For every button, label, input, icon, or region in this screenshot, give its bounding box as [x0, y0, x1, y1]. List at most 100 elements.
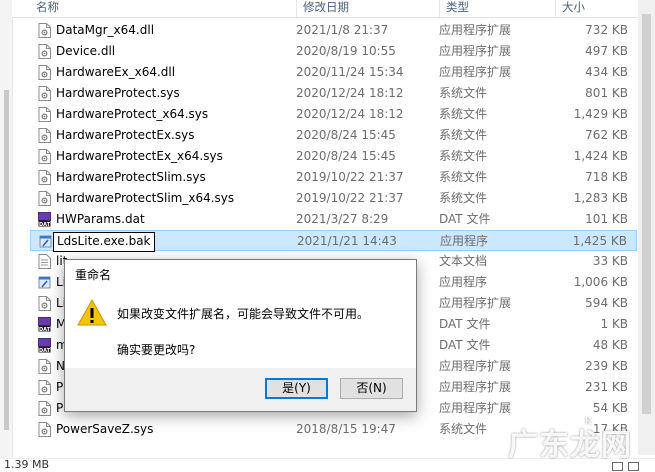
vertical-scrollbar-thumb[interactable] [642, 14, 651, 414]
file-date-modified: 2020/11/24 15:34 [296, 65, 404, 79]
file-name: HardwareProtect_x64.sys [56, 107, 209, 121]
column-header-date-modified[interactable]: 修改日期 [297, 0, 440, 17]
dll-file-icon [38, 23, 51, 38]
rename-input[interactable]: LdsLite.exe.bak [53, 232, 155, 252]
file-date-modified: 2019/10/22 21:37 [296, 191, 404, 205]
file-size: 1,424 KB [573, 149, 628, 163]
file-row[interactable]: HardwareProtect.sys 2020/12/24 18:12 系统文件 8… [30, 83, 637, 104]
file-type: 系统文件 [439, 128, 488, 142]
file-size: 231 KB [585, 380, 628, 394]
file-date-modified: 2020/8/24 15:45 [296, 149, 396, 163]
file-size: 54 KB [592, 401, 628, 415]
file-type: DAT 文件 [439, 338, 491, 352]
dat-file-icon: DAT [38, 212, 51, 227]
file-size: 1,006 KB [573, 275, 628, 289]
yes-button[interactable]: 是(Y) [265, 378, 328, 399]
navigation-scrollbar-thumb[interactable] [4, 90, 9, 430]
file-row[interactable]: HardwareProtectEx_x64.sys 2020/8/24 15:45… [30, 146, 637, 167]
file-row[interactable]: HardwareProtectEx.sys 2020/8/24 15:45 系统文件… [30, 125, 637, 146]
file-type: 系统文件 [439, 149, 488, 163]
column-header-name[interactable]: 名称 [30, 0, 297, 17]
file-size: 762 KB [585, 128, 628, 142]
dialog-title: 重命名 [75, 268, 112, 282]
file-size: 497 KB [585, 44, 628, 58]
file-size: 801 KB [585, 86, 628, 100]
file-row[interactable]: LdsLite.exe.bak 2021/1/21 14:43 应用程序 1,425 … [30, 230, 637, 252]
file-name: HardwareProtectSlim_x64.sys [56, 191, 235, 205]
file-size: 1 KB [600, 317, 628, 331]
dialog-question: 确实要更改吗? [117, 343, 196, 357]
file-row[interactable]: DAT HWParams.dat 2021/3/27 8:29 DAT 文件 101 K… [30, 209, 637, 230]
file-type: 系统文件 [439, 107, 488, 121]
file-type: 应用程序扩展 [439, 65, 512, 79]
status-selection-size: 1.39 MB [4, 458, 50, 471]
dll-file-icon [38, 44, 51, 59]
file-type: DAT 文件 [439, 212, 491, 226]
file-size: 1,283 KB [573, 191, 628, 205]
dat-file-icon: DAT [38, 317, 51, 332]
watermark-logo: 广东龙网 [508, 428, 632, 463]
file-type: 应用程序 [440, 234, 489, 248]
navigation-pane-edge [0, 0, 13, 471]
dialog-message: 如果改变文件扩展名，可能会导致文件不可用。 [117, 307, 370, 321]
file-date-modified: 2020/12/24 18:12 [296, 86, 404, 100]
file-size: 1,429 KB [573, 107, 628, 121]
svg-text:DAT: DAT [39, 222, 51, 227]
sys-file-icon [38, 107, 51, 122]
file-size: 718 KB [585, 170, 628, 184]
file-row[interactable]: HardwareProtect_x64.sys 2020/12/24 18:12 系… [30, 104, 637, 125]
file-type: 应用程序扩展 [439, 296, 512, 310]
vertical-scrollbar[interactable] [638, 0, 655, 455]
file-name: HWParams.dat [56, 212, 145, 226]
watermark-mark: K [585, 416, 592, 427]
file-type: 系统文件 [439, 170, 488, 184]
file-type: 应用程序扩展 [439, 23, 512, 37]
file-name: HardwareEx_x64.dll [56, 65, 176, 79]
file-name: PowerSaveZ.sys [56, 422, 154, 436]
dll-file-icon [38, 65, 51, 80]
sys-file-icon [38, 170, 51, 185]
dll-file-icon [38, 359, 51, 374]
column-header-size[interactable]: 大小 [556, 0, 648, 17]
file-size: 434 KB [585, 65, 628, 79]
file-name: HardwareProtectEx.sys [56, 128, 195, 142]
file-row[interactable]: HardwareProtectSlim_x64.sys 2019/10/22 21… [30, 188, 637, 209]
svg-text:DAT: DAT [39, 348, 51, 353]
file-size: 239 KB [585, 359, 628, 373]
file-size: 732 KB [585, 23, 628, 37]
file-type: 应用程序扩展 [439, 359, 512, 373]
dialog-button-bar: 是(Y) 否(N) [65, 368, 416, 411]
rename-dialog: 重命名 如果改变文件扩展名，可能会导致文件不可用。 确实要更改吗? 是(Y) 否… [64, 259, 417, 412]
svg-text:DAT: DAT [39, 327, 51, 332]
file-row[interactable]: HardwareProtectSlim.sys 2019/10/22 21:37 系… [30, 167, 637, 188]
no-button[interactable]: 否(N) [340, 378, 403, 399]
file-name: DataMgr_x64.dll [56, 23, 155, 37]
file-row[interactable]: HardwareEx_x64.dll 2020/11/24 15:34 应用程序扩展… [30, 62, 637, 83]
file-type: 应用程序扩展 [439, 44, 512, 58]
file-date-modified: 2019/10/22 21:37 [296, 170, 404, 184]
file-type: 系统文件 [439, 86, 488, 100]
file-type: 系统文件 [439, 191, 488, 205]
sys-file-icon [38, 191, 51, 206]
file-type: 应用程序 [439, 275, 488, 289]
exe-file-icon [39, 234, 52, 249]
file-name: HardwareProtectEx_x64.sys [56, 149, 223, 163]
txt-file-icon [38, 254, 51, 269]
file-date-modified: 2021/1/8 21:37 [296, 23, 389, 37]
file-type: 系统文件 [439, 422, 488, 436]
file-type: 文本文档 [439, 254, 488, 268]
file-name: HardwareProtectSlim.sys [56, 170, 206, 184]
file-size: 48 KB [592, 338, 628, 352]
sys-file-icon [38, 422, 51, 437]
file-date-modified: 2020/8/24 15:45 [296, 128, 396, 142]
file-size: 33 KB [592, 254, 628, 268]
file-row[interactable]: DataMgr_x64.dll 2021/1/8 21:37 应用程序扩展 732 K… [30, 20, 637, 41]
column-header-type[interactable]: 类型 [440, 0, 556, 17]
file-name: HardwareProtect.sys [56, 86, 180, 100]
column-header-bar: 名称 修改日期 类型 大小 [12, 0, 655, 18]
dll-file-icon [38, 380, 51, 395]
file-date-modified: 2018/8/15 19:47 [296, 422, 396, 436]
dll-file-icon [38, 296, 51, 311]
sys-file-icon [38, 86, 51, 101]
file-row[interactable]: Device.dll 2020/8/19 10:55 应用程序扩展 497 KB [30, 41, 637, 62]
